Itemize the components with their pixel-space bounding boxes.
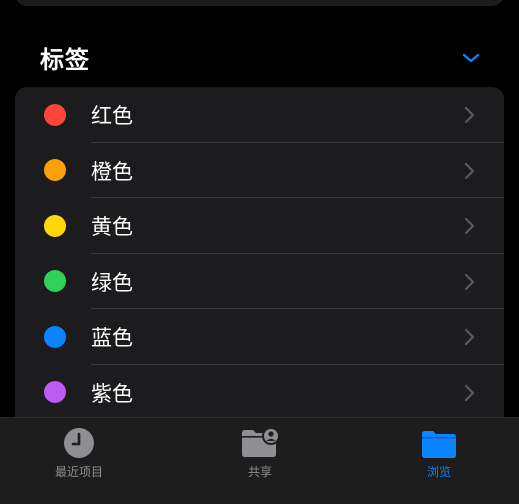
tab-recents[interactable]: 最近项目 (4, 418, 154, 504)
tag-dot-purple (44, 381, 66, 403)
files-browse-screen: 标签 红色 橙色 黄色 绿色 蓝色 紫色 最近项目 共享 浏览 (0, 0, 519, 504)
tag-label: 黄色 (91, 215, 133, 239)
clock-icon (64, 428, 94, 458)
tag-label: 紫色 (91, 381, 133, 406)
tag-dot-blue (44, 325, 66, 348)
tags-list: 红色 橙色 黄色 绿色 蓝色 紫色 (15, 87, 504, 447)
section-title: 标签 (40, 46, 90, 74)
folder-icon (422, 431, 456, 458)
chevron-right-icon (464, 217, 475, 235)
tag-row-red[interactable]: 红色 (15, 87, 504, 143)
tab-bar: 最近项目 共享 浏览 (0, 417, 519, 504)
chevron-right-icon (464, 328, 475, 346)
tag-dot-orange (44, 159, 66, 181)
tab-shared[interactable]: 共享 (185, 418, 335, 504)
tag-row-blue[interactable]: 蓝色 (15, 309, 504, 365)
tag-label: 蓝色 (91, 326, 133, 350)
chevron-right-icon (464, 273, 475, 290)
shared-folder-icon (242, 427, 280, 457)
tag-dot-red (44, 103, 66, 126)
chevron-right-icon (464, 106, 475, 124)
tag-row-purple[interactable]: 紫色 (15, 365, 504, 421)
tag-label: 绿色 (91, 270, 133, 295)
chevron-down-icon[interactable] (460, 50, 482, 66)
tag-dot-yellow (44, 214, 66, 237)
tab-shared-label: 共享 (247, 465, 272, 479)
tags-section-header[interactable]: 标签 (0, 38, 519, 78)
chevron-right-icon (464, 384, 475, 401)
tag-row-yellow[interactable]: 黄色 (15, 198, 504, 254)
tag-dot-green (44, 270, 66, 292)
tab-browse[interactable]: 浏览 (364, 418, 514, 504)
tab-recents-label: 最近项目 (54, 465, 103, 479)
tag-row-green[interactable]: 绿色 (15, 254, 504, 309)
previous-section-card (15, 0, 504, 6)
chevron-right-icon (464, 162, 475, 179)
tag-label: 橙色 (91, 159, 133, 184)
tag-row-orange[interactable]: 橙色 (15, 143, 504, 198)
tag-label: 红色 (91, 104, 133, 128)
tab-browse-label: 浏览 (426, 465, 451, 479)
